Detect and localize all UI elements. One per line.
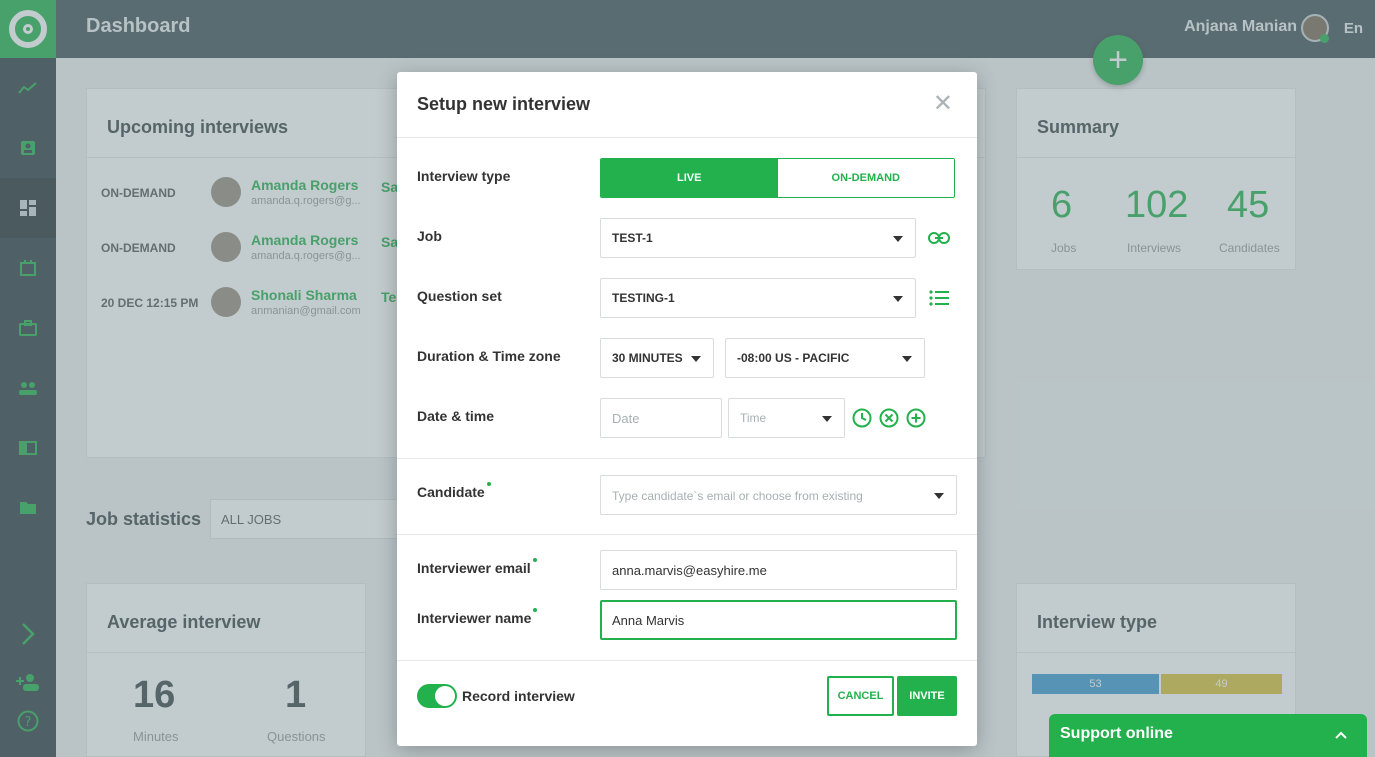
required-dot (533, 608, 538, 612)
timezone-select[interactable]: -08:00 US - PACIFIC (725, 338, 925, 378)
chevron-down-icon (893, 296, 903, 302)
cancel-button[interactable]: CANCEL (827, 676, 894, 716)
interviewer-email-field[interactable]: anna.marvis@easyhire.me (600, 550, 957, 590)
support-label: Support online (1060, 725, 1173, 742)
required-dot (532, 558, 537, 562)
add-circle-icon[interactable] (905, 407, 927, 429)
duration-select[interactable]: 30 MINUTES (600, 338, 714, 378)
job-label: Job (417, 228, 442, 244)
chevron-down-icon (934, 493, 944, 499)
close-icon[interactable]: ✕ (933, 92, 953, 116)
chevron-up-icon[interactable] (1335, 726, 1347, 742)
chevron-down-icon (822, 416, 832, 422)
modal-title: Setup new interview (417, 94, 591, 114)
date-input[interactable]: Date (600, 398, 722, 438)
candidate-placeholder: Type candidate`s email or choose from ex… (612, 489, 863, 503)
time-select[interactable]: Time (728, 398, 845, 438)
timezone-value: -08:00 US - PACIFIC (737, 351, 850, 365)
clear-icon[interactable] (878, 407, 900, 429)
clock-icon[interactable] (851, 407, 873, 429)
question-set-label: Question set (417, 288, 502, 304)
required-dot (486, 482, 491, 486)
time-placeholder: Time (740, 411, 767, 425)
record-interview-label: Record interview (462, 688, 575, 704)
job-select[interactable]: TEST-1 (600, 218, 916, 258)
on-demand-option[interactable]: ON-DEMAND (777, 159, 954, 197)
chevron-down-icon (902, 356, 912, 362)
chevron-down-icon (893, 236, 903, 242)
list-icon[interactable] (928, 288, 950, 308)
question-set-select[interactable]: TESTING-1 (600, 278, 916, 318)
interviewer-email-label: Interviewer email (417, 558, 537, 576)
record-interview-toggle[interactable] (417, 684, 457, 708)
duration-timezone-label: Duration & Time zone (417, 348, 561, 364)
interview-type-label: Interview type (417, 168, 511, 184)
interviewer-name-field[interactable]: Anna Marvis (600, 600, 957, 640)
duration-value: 30 MINUTES (612, 351, 683, 365)
interviewer-name-label: Interviewer name (417, 608, 538, 626)
setup-interview-modal: Setup new interview ✕ Interview type LIV… (397, 72, 977, 746)
candidate-select[interactable]: Type candidate`s email or choose from ex… (600, 475, 957, 515)
date-time-label: Date & time (417, 408, 495, 424)
link-icon[interactable] (927, 228, 951, 248)
question-set-value: TESTING-1 (612, 291, 675, 305)
support-chat-widget[interactable]: Support online (1049, 714, 1367, 757)
chevron-down-icon (691, 356, 701, 362)
live-option[interactable]: LIVE (601, 159, 778, 197)
interview-type-toggle: LIVE ON-DEMAND (600, 158, 955, 198)
job-select-value: TEST-1 (612, 231, 653, 245)
candidate-label: Candidate (417, 482, 491, 500)
invite-button[interactable]: INVITE (897, 676, 957, 716)
